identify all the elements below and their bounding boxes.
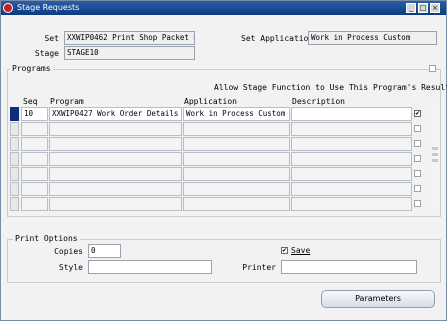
description-cell[interactable] bbox=[291, 137, 412, 151]
program-cell[interactable] bbox=[49, 122, 182, 136]
save-checkbox[interactable]: ✔ bbox=[281, 247, 288, 254]
program-cell[interactable]: XXWIP0427 Work Order Details Rep bbox=[49, 107, 182, 121]
application-cell[interactable] bbox=[183, 167, 290, 181]
program-cell[interactable] bbox=[49, 167, 182, 181]
copies-label: Copies bbox=[54, 247, 83, 256]
description-cell[interactable] bbox=[291, 122, 412, 136]
description-column-header: Description bbox=[292, 97, 345, 106]
set-application-field[interactable]: Work in Process Custom bbox=[308, 31, 437, 45]
scrollbar-grip-icon bbox=[432, 153, 438, 156]
allow-stage-function-label: Allow Stage Function to Use This Program… bbox=[214, 83, 447, 92]
application-cell[interactable] bbox=[183, 197, 290, 211]
seq-cell[interactable]: 10 bbox=[21, 107, 48, 121]
allow-checkbox[interactable] bbox=[414, 170, 421, 177]
row-selector[interactable] bbox=[10, 122, 19, 136]
maximize-icon[interactable]: □ bbox=[418, 3, 428, 13]
description-cell[interactable] bbox=[291, 167, 412, 181]
minimize-icon[interactable]: _ bbox=[406, 3, 416, 13]
description-cell[interactable] bbox=[291, 107, 412, 121]
program-column-header: Program bbox=[50, 97, 84, 106]
stage-label: Stage bbox=[34, 49, 59, 58]
program-cell[interactable] bbox=[49, 197, 182, 211]
application-cell[interactable] bbox=[183, 122, 290, 136]
seq-cell[interactable] bbox=[21, 122, 48, 136]
style-label: Style bbox=[58, 263, 83, 272]
seq-cell[interactable] bbox=[21, 152, 48, 166]
close-icon[interactable]: × bbox=[430, 3, 440, 13]
row-selector[interactable] bbox=[10, 107, 19, 121]
description-cell[interactable] bbox=[291, 152, 412, 166]
seq-cell[interactable] bbox=[21, 182, 48, 196]
seq-cell[interactable] bbox=[21, 137, 48, 151]
program-cell[interactable] bbox=[49, 137, 182, 151]
row-selector[interactable] bbox=[10, 137, 19, 151]
stage-requests-window: Stage Requests _ □ × Set XXWIP0462 Print… bbox=[0, 0, 447, 321]
stage-field[interactable]: STAGE10 bbox=[64, 46, 195, 60]
save-label[interactable]: Save bbox=[291, 246, 310, 256]
set-field[interactable]: XXWIP0462 Print Shop Packet Rec bbox=[64, 31, 195, 45]
row-selector[interactable] bbox=[10, 167, 19, 181]
seq-cell[interactable] bbox=[21, 167, 48, 181]
application-cell[interactable] bbox=[183, 137, 290, 151]
print-options-group-title: Print Options bbox=[13, 234, 80, 244]
allow-checkbox[interactable] bbox=[414, 125, 421, 132]
title-bar[interactable]: Stage Requests _ □ × bbox=[1, 1, 446, 15]
description-cell[interactable] bbox=[291, 182, 412, 196]
application-cell[interactable]: Work in Process Custom bbox=[183, 107, 290, 121]
allow-checkbox[interactable] bbox=[414, 140, 421, 147]
seq-cell[interactable] bbox=[21, 197, 48, 211]
programs-scrollbar[interactable] bbox=[431, 107, 439, 211]
copies-field[interactable]: 0 bbox=[88, 244, 121, 258]
application-cell[interactable] bbox=[183, 182, 290, 196]
seq-column-header: Seq bbox=[23, 97, 38, 106]
programs-group-title: Programs bbox=[10, 64, 53, 74]
window-title: Stage Requests bbox=[17, 3, 80, 12]
row-selector[interactable] bbox=[10, 182, 19, 196]
allow-checkbox[interactable] bbox=[414, 200, 421, 207]
allow-checkbox[interactable] bbox=[414, 185, 421, 192]
program-cell[interactable] bbox=[49, 182, 182, 196]
program-cell[interactable] bbox=[49, 152, 182, 166]
scrollbar-grip-icon bbox=[432, 147, 438, 150]
programs-group-checkbox[interactable] bbox=[429, 65, 436, 72]
application-column-header: Application bbox=[184, 97, 237, 106]
set-label: Set bbox=[44, 34, 59, 43]
allow-checkbox[interactable]: ✔ bbox=[414, 110, 421, 117]
row-selector[interactable] bbox=[10, 152, 19, 166]
application-cell[interactable] bbox=[183, 152, 290, 166]
scrollbar-grip-icon bbox=[432, 159, 438, 162]
description-cell[interactable] bbox=[291, 197, 412, 211]
style-field[interactable] bbox=[88, 260, 212, 274]
oracle-app-icon bbox=[3, 3, 13, 13]
parameters-button[interactable]: Parameters bbox=[321, 290, 435, 308]
printer-field[interactable] bbox=[281, 260, 417, 274]
set-application-label: Set Application bbox=[241, 34, 314, 43]
row-selector[interactable] bbox=[10, 197, 19, 211]
allow-checkbox[interactable] bbox=[414, 155, 421, 162]
printer-label: Printer bbox=[242, 263, 276, 272]
